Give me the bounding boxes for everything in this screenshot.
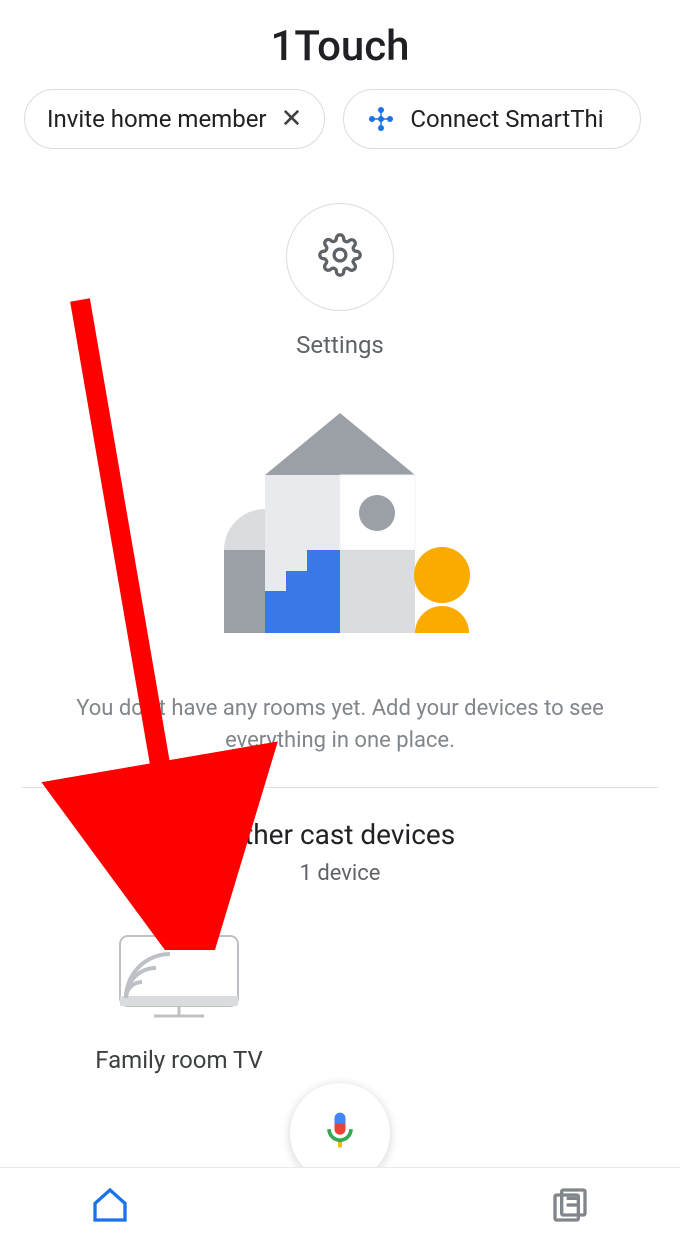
cast-tv-icon: [114, 932, 244, 1026]
close-icon[interactable]: ✕: [281, 104, 303, 134]
section-divider: [22, 787, 658, 788]
smartthings-chip-label: Connect SmartThi: [410, 105, 603, 133]
empty-house-illustration: [190, 413, 490, 653]
invite-home-member-chip[interactable]: Invite home member ✕: [24, 89, 325, 149]
microphone-icon: [318, 1109, 362, 1157]
home-tab-icon[interactable]: [90, 1185, 130, 1229]
connect-smartthings-chip[interactable]: Connect SmartThi: [343, 89, 640, 149]
settings-circle[interactable]: [286, 203, 394, 311]
bottom-nav-bar: [0, 1167, 680, 1245]
settings-shortcut[interactable]: Settings: [0, 203, 680, 359]
invite-chip-label: Invite home member: [47, 105, 267, 133]
cast-device-tile[interactable]: Family room TV: [74, 932, 284, 1074]
cast-section-title: Other cast devices: [0, 818, 680, 851]
settings-label: Settings: [296, 331, 384, 359]
no-rooms-message: You don't have any rooms yet. Add your d…: [0, 653, 680, 787]
suggestion-chips-row: Invite home member ✕ Connect SmartThi: [0, 89, 680, 177]
cast-device-label: Family room TV: [95, 1046, 263, 1074]
smartthings-icon: [366, 104, 396, 134]
feed-tab-icon[interactable]: [550, 1185, 590, 1229]
home-title: 1Touch: [0, 0, 680, 89]
cast-section-count: 1 device: [0, 861, 680, 886]
gear-icon: [318, 233, 362, 281]
